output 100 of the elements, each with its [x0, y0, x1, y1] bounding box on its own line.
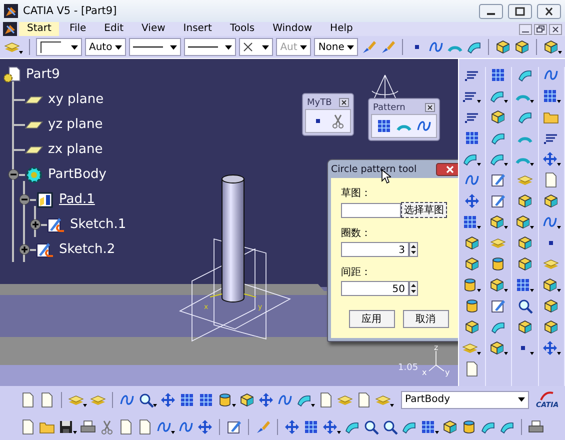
cylinder-icon[interactable] — [490, 256, 506, 272]
close-icon[interactable] — [339, 98, 349, 107]
restore-button[interactable] — [534, 24, 547, 34]
page-icon[interactable] — [20, 392, 36, 408]
magnifier-icon[interactable] — [138, 392, 157, 408]
expand-toggle[interactable] — [30, 219, 41, 230]
four-arrows-icon[interactable] — [284, 418, 300, 434]
menu-item[interactable]: Start — [19, 22, 60, 36]
minimize-button[interactable] — [519, 24, 532, 34]
cylinder-icon[interactable] — [462, 277, 482, 293]
four-arrows-icon[interactable] — [464, 193, 480, 209]
grid-icon[interactable] — [376, 118, 392, 134]
close-button[interactable] — [549, 24, 562, 34]
scissors-icon[interactable] — [330, 113, 346, 129]
cube-icon[interactable] — [490, 109, 506, 125]
close-icon[interactable] — [425, 103, 435, 112]
curve-icon[interactable] — [428, 39, 444, 55]
menu-item[interactable]: Insert — [175, 22, 220, 36]
line-dropdown[interactable] — [184, 38, 236, 56]
menu-item[interactable]: Window — [264, 22, 320, 36]
cube-icon[interactable] — [514, 39, 530, 55]
brush-icon[interactable] — [255, 418, 271, 434]
expand-toggle[interactable] — [19, 244, 30, 255]
cube-icon[interactable] — [516, 235, 533, 251]
tree-item[interactable]: Sketch.2 — [59, 242, 116, 257]
curve-icon[interactable] — [542, 214, 561, 230]
printer-icon[interactable] — [80, 418, 96, 434]
cylinder-icon[interactable] — [461, 418, 477, 434]
cube-icon[interactable] — [516, 193, 533, 209]
four-arrows-icon[interactable] — [258, 392, 274, 408]
page-icon[interactable] — [543, 172, 560, 188]
four-arrows-icon[interactable] — [197, 418, 213, 434]
cube-icon[interactable] — [464, 256, 480, 272]
page-icon[interactable] — [118, 418, 134, 434]
menu-item[interactable]: View — [134, 22, 174, 36]
line-type-dropdown[interactable] — [36, 38, 82, 56]
collapse-toggle[interactable] — [8, 169, 19, 180]
dropdown[interactable]: None — [314, 38, 358, 56]
spinner[interactable] — [409, 242, 418, 257]
grid-icon[interactable] — [515, 277, 534, 293]
spinner[interactable] — [409, 281, 418, 296]
grid-icon[interactable] — [179, 392, 195, 408]
close-button[interactable] — [436, 162, 458, 176]
page-icon[interactable] — [356, 392, 372, 408]
pencil-icon[interactable] — [490, 193, 506, 209]
tree-item[interactable]: yz plane — [48, 117, 103, 132]
page-icon[interactable] — [39, 392, 55, 408]
input-field[interactable]: 50 — [341, 281, 409, 296]
input-field[interactable] — [341, 202, 401, 218]
cube-icon[interactable] — [516, 256, 533, 272]
line-dropdown[interactable] — [129, 38, 182, 56]
magnifier-icon[interactable] — [363, 418, 379, 434]
magnifier-icon[interactable] — [382, 418, 398, 434]
brush-icon[interactable] — [380, 39, 396, 55]
input-field[interactable]: 3 — [341, 242, 409, 257]
cube-icon[interactable] — [542, 277, 561, 293]
select-sketch-button[interactable]: 选择草图 — [401, 202, 447, 218]
page-icon[interactable] — [20, 418, 36, 434]
four-arrows-icon[interactable] — [322, 418, 341, 434]
pencil-icon[interactable] — [490, 172, 506, 188]
app-icon[interactable] — [3, 22, 17, 36]
maximize-button[interactable] — [508, 4, 532, 18]
pencil-icon[interactable] — [226, 418, 242, 434]
grid-icon[interactable] — [420, 418, 439, 434]
cube-icon[interactable] — [488, 277, 508, 293]
grid-icon[interactable] — [198, 392, 214, 408]
cube-icon[interactable] — [488, 214, 508, 230]
cube-icon[interactable] — [543, 39, 562, 55]
floppy-disk-icon[interactable] — [58, 418, 77, 434]
page-icon[interactable] — [464, 361, 480, 377]
tree-item[interactable]: Pad.1 — [59, 192, 95, 207]
magnifier-icon[interactable] — [516, 298, 533, 314]
tree-item[interactable]: PartBody — [48, 167, 106, 182]
menu-item[interactable]: Edit — [96, 22, 132, 36]
cube-icon[interactable] — [464, 235, 480, 251]
menu-item[interactable]: File — [61, 22, 94, 36]
page-icon[interactable] — [137, 418, 153, 434]
menu-item[interactable]: Help — [322, 22, 361, 36]
cube-icon[interactable] — [495, 39, 512, 55]
cube-icon[interactable] — [239, 392, 255, 408]
cube-icon[interactable] — [543, 319, 560, 335]
tree-item[interactable]: xy plane — [48, 92, 104, 107]
tree-item[interactable]: zx plane — [48, 142, 103, 157]
grid-icon[interactable] — [462, 214, 482, 230]
collapse-toggle[interactable] — [19, 194, 30, 205]
page-icon[interactable] — [318, 392, 334, 408]
menu-item[interactable]: Tools — [222, 22, 263, 36]
brush-icon[interactable] — [361, 39, 378, 55]
cube-icon[interactable] — [543, 193, 560, 209]
curve-icon[interactable] — [416, 118, 432, 134]
dialog-button[interactable]: 取消 — [402, 310, 448, 328]
cube-icon[interactable] — [442, 418, 458, 434]
cube-icon[interactable] — [515, 214, 534, 230]
curve-icon[interactable] — [543, 67, 560, 83]
grid-icon[interactable] — [542, 88, 561, 104]
four-arrows-icon[interactable] — [542, 151, 561, 167]
minimize-button[interactable] — [479, 4, 503, 18]
four-arrows-icon[interactable] — [542, 340, 561, 356]
dropdown[interactable]: Auto — [85, 38, 126, 56]
printer-icon[interactable] — [528, 418, 544, 434]
